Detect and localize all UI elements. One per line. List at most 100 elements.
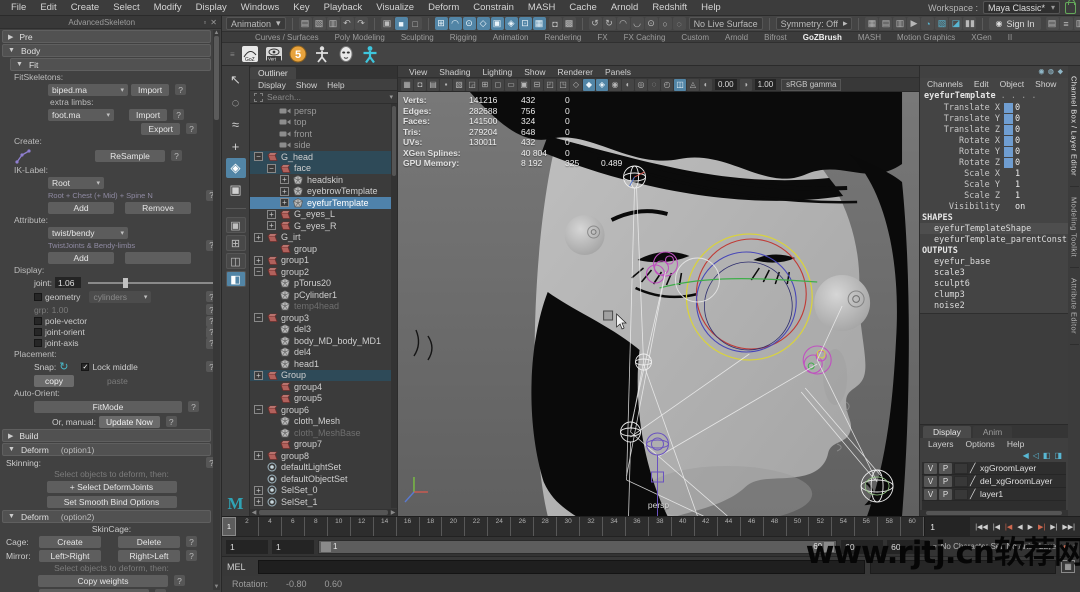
- channel-value[interactable]: 1: [1015, 191, 1020, 201]
- select-tool[interactable]: ↖: [226, 70, 246, 90]
- layout-four-pane[interactable]: ⊞: [226, 235, 246, 251]
- range-start-handle[interactable]: [321, 542, 331, 552]
- move-layer-down-icon[interactable]: ◁: [1033, 451, 1039, 460]
- lasso-select-tool[interactable]: ◌: [226, 92, 246, 112]
- output-node-scale3[interactable]: scale3: [920, 267, 1068, 278]
- section-pre[interactable]: ▶ Pre: [2, 30, 211, 43]
- channel-value[interactable]: 0: [1015, 114, 1020, 124]
- outliner-item-face[interactable]: −face: [250, 163, 397, 175]
- cage-delete-button[interactable]: Delete: [118, 536, 180, 548]
- float-panel-icon[interactable]: ▫: [203, 18, 206, 27]
- shelf-tab-rendering[interactable]: Rendering: [537, 33, 588, 42]
- expand-toggle-icon[interactable]: −: [254, 313, 263, 322]
- menu-set-select[interactable]: Animation ▾: [226, 17, 286, 30]
- expand-toggle-icon[interactable]: +: [280, 198, 289, 207]
- output-node-sculpt6[interactable]: sculpt6: [920, 278, 1068, 289]
- outliner-hscrollbar[interactable]: ◀ ▶: [250, 509, 397, 516]
- attribute-select[interactable]: twist/bendy ▾: [48, 227, 128, 239]
- expand-toggle-icon[interactable]: −: [254, 405, 263, 414]
- layer-del-xggroomlayer[interactable]: VP╱del_xgGroomLayer: [922, 475, 1066, 488]
- channel-value[interactable]: 0: [1015, 158, 1020, 168]
- expand-toggle-icon[interactable]: +: [254, 233, 263, 242]
- viewport-canvas[interactable]: Verts:1412164320Edges:2826887560Faces:14…: [398, 92, 919, 516]
- channel-value[interactable]: 0: [1015, 147, 1020, 157]
- section-build[interactable]: ▶ Build: [2, 429, 211, 442]
- layer-tab-anim[interactable]: Anim: [973, 426, 1012, 438]
- shelf-tab-curves-surfaces[interactable]: Curves / Surfaces: [248, 33, 326, 42]
- menu-item-key[interactable]: Key: [286, 2, 316, 13]
- shelf-tab-gozbrush[interactable]: GoZBrush: [796, 33, 849, 42]
- layout-outliner-persp[interactable]: ◧: [226, 271, 246, 287]
- ipr-render-icon[interactable]: ▥: [893, 17, 906, 30]
- search-input[interactable]: Search...: [267, 92, 385, 102]
- menu-item-create[interactable]: Create: [64, 2, 107, 13]
- scrollbar-thumb[interactable]: [259, 510, 388, 515]
- layer-visibility-toggle[interactable]: V: [924, 476, 937, 487]
- channel-select-box[interactable]: [1004, 158, 1013, 168]
- fitskeletons-select[interactable]: biped.ma ▾: [48, 84, 128, 96]
- shelf-tab-arnold[interactable]: Arnold: [718, 33, 755, 42]
- select-camera-icon[interactable]: ▦: [401, 79, 413, 91]
- render-region-icon[interactable]: ▧: [935, 17, 948, 30]
- joint-size-field[interactable]: 1.06: [55, 277, 81, 288]
- layer-xggroomlayer[interactable]: VP╱xgGroomLayer: [922, 462, 1066, 475]
- render-view-icon[interactable]: ▤: [879, 17, 892, 30]
- textured-icon[interactable]: ◈: [596, 79, 608, 91]
- command-input[interactable]: [258, 560, 865, 574]
- pan-zoom-icon[interactable]: ◲: [466, 79, 478, 91]
- isolate-select-icon[interactable]: ◴: [661, 79, 673, 91]
- film-gate-icon[interactable]: ◻: [492, 79, 504, 91]
- channelbox-menu-show[interactable]: Show: [1030, 79, 1061, 89]
- curve-snap-e-icon[interactable]: ◌: [673, 17, 686, 30]
- range-bar[interactable]: 1 60: [318, 540, 837, 554]
- viewport-menu-view[interactable]: View: [404, 67, 432, 77]
- shadows-icon[interactable]: ◐: [622, 79, 634, 91]
- channel-select-box[interactable]: [1004, 125, 1013, 135]
- outliner-item-del4[interactable]: del4: [250, 347, 397, 359]
- new-empty-layer-icon[interactable]: ◧: [1043, 451, 1051, 460]
- shaded-icon[interactable]: ◆: [583, 79, 595, 91]
- channel-select-box[interactable]: [1004, 103, 1013, 113]
- output-node-eyefur-base[interactable]: eyefur_base: [920, 256, 1068, 267]
- resample-button[interactable]: ReSample: [95, 150, 165, 162]
- joint-orient-checkbox[interactable]: [34, 328, 42, 336]
- goz-export-icon[interactable]: GoZ: [241, 45, 259, 63]
- ik-remove-button[interactable]: Remove: [125, 202, 191, 214]
- menu-item-modify[interactable]: Modify: [147, 2, 189, 13]
- outliner-item-group7[interactable]: group7: [250, 439, 397, 451]
- shape-node-eyefurtemplate-parentconstraint1[interactable]: eyefurTemplate_parentConstraint1: [920, 234, 1068, 245]
- shelf-tab-xgen[interactable]: XGen: [964, 33, 998, 42]
- joint-size-slider[interactable]: [88, 282, 213, 284]
- menu-item-windows[interactable]: Windows: [234, 2, 287, 13]
- shape-node-eyefurtemplateshape[interactable]: eyefurTemplateShape: [920, 223, 1068, 234]
- channel-value[interactable]: on: [1015, 202, 1025, 212]
- copy-weights-button[interactable]: Copy weights: [38, 575, 168, 587]
- outliner-item-group5[interactable]: group5: [250, 393, 397, 405]
- snap-magnet-icon[interactable]: ↻: [59, 360, 68, 373]
- shelf-tab-bifrost[interactable]: Bifrost: [757, 33, 794, 42]
- outliner-item-pcylinder1[interactable]: pCylinder1: [250, 289, 397, 301]
- input-to-selected-icon[interactable]: ↺: [589, 17, 602, 30]
- exposure-field[interactable]: 0.00: [715, 79, 737, 90]
- camera-attributes-icon[interactable]: ▤: [427, 79, 439, 91]
- move-tool[interactable]: +: [226, 136, 246, 156]
- outliner-item-defaultobjectset[interactable]: defaultObjectSet: [250, 473, 397, 485]
- menu-item-file[interactable]: File: [4, 2, 33, 13]
- expand-toggle-icon[interactable]: −: [267, 164, 276, 173]
- adjust-select[interactable]: "DeformationWidth" ▾: [39, 589, 149, 592]
- help-button[interactable]: ?: [188, 401, 199, 412]
- shelf-tab-custom[interactable]: Custom: [674, 33, 716, 42]
- channel-select-box[interactable]: [1004, 136, 1013, 146]
- help-button[interactable]: ?: [186, 536, 197, 547]
- workspace-select[interactable]: Maya Classic* ▾: [983, 1, 1060, 14]
- outliner-item-g-head[interactable]: −G_head: [250, 151, 397, 163]
- wireframe-icon[interactable]: ◇: [570, 79, 582, 91]
- snap-projected-center-icon[interactable]: ◇: [477, 17, 490, 30]
- cage-create-button[interactable]: Create: [39, 536, 101, 548]
- shelf-tab-poly-modeling[interactable]: Poly Modeling: [328, 33, 392, 42]
- layer-menu-options[interactable]: Options: [961, 439, 1000, 449]
- help-button[interactable]: ?: [171, 150, 182, 161]
- channel-select-box[interactable]: [1004, 114, 1013, 124]
- extra-limbs-select[interactable]: foot.ma ▾: [48, 109, 114, 121]
- menu-item-visualize[interactable]: Visualize: [369, 2, 421, 13]
